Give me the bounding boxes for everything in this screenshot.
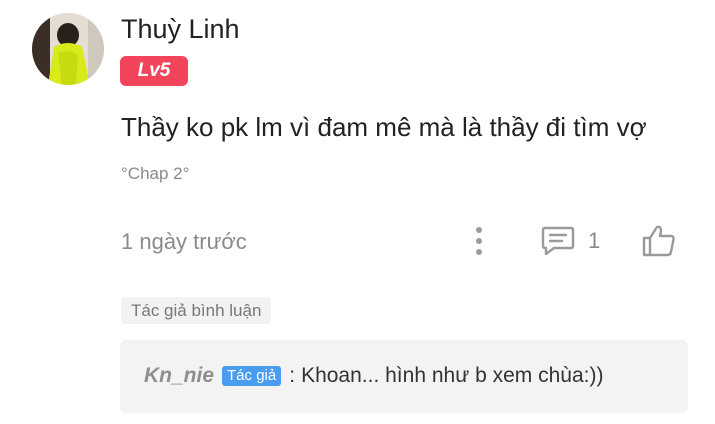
like-button[interactable] bbox=[640, 222, 678, 260]
author-reply: Kn_nie Tác giả : Khoan... hình như b xem… bbox=[144, 364, 603, 388]
thumbs-up-icon bbox=[642, 225, 675, 257]
more-options-button[interactable] bbox=[466, 224, 492, 258]
chapter-tag: °Chap 2° bbox=[121, 164, 190, 183]
comment-text: Thầy ko pk lm vì đam mê mà là thầy đi tì… bbox=[121, 112, 647, 142]
author-badge: Tác giả bbox=[222, 366, 282, 386]
reply-button[interactable]: 1 bbox=[540, 223, 600, 259]
reply-separator: : bbox=[289, 364, 296, 387]
timestamp: 1 ngày trước bbox=[121, 229, 247, 254]
comment-bubble-icon bbox=[541, 226, 575, 256]
author-reply-box[interactable]: Kn_nie Tác giả : Khoan... hình như b xem… bbox=[120, 340, 688, 413]
avatar[interactable] bbox=[32, 13, 104, 85]
reply-count: 1 bbox=[588, 228, 601, 253]
avatar-image bbox=[32, 13, 104, 85]
level-badge: Lv5 bbox=[120, 56, 188, 86]
reply-author[interactable]: Kn_nie bbox=[144, 364, 214, 388]
reply-text: Khoan... hình như b xem chùa:)) bbox=[301, 364, 604, 387]
more-vertical-icon bbox=[476, 227, 482, 255]
author-comment-label: Tác giả bình luận bbox=[121, 297, 272, 324]
username[interactable]: Thuỳ Linh bbox=[121, 14, 240, 45]
